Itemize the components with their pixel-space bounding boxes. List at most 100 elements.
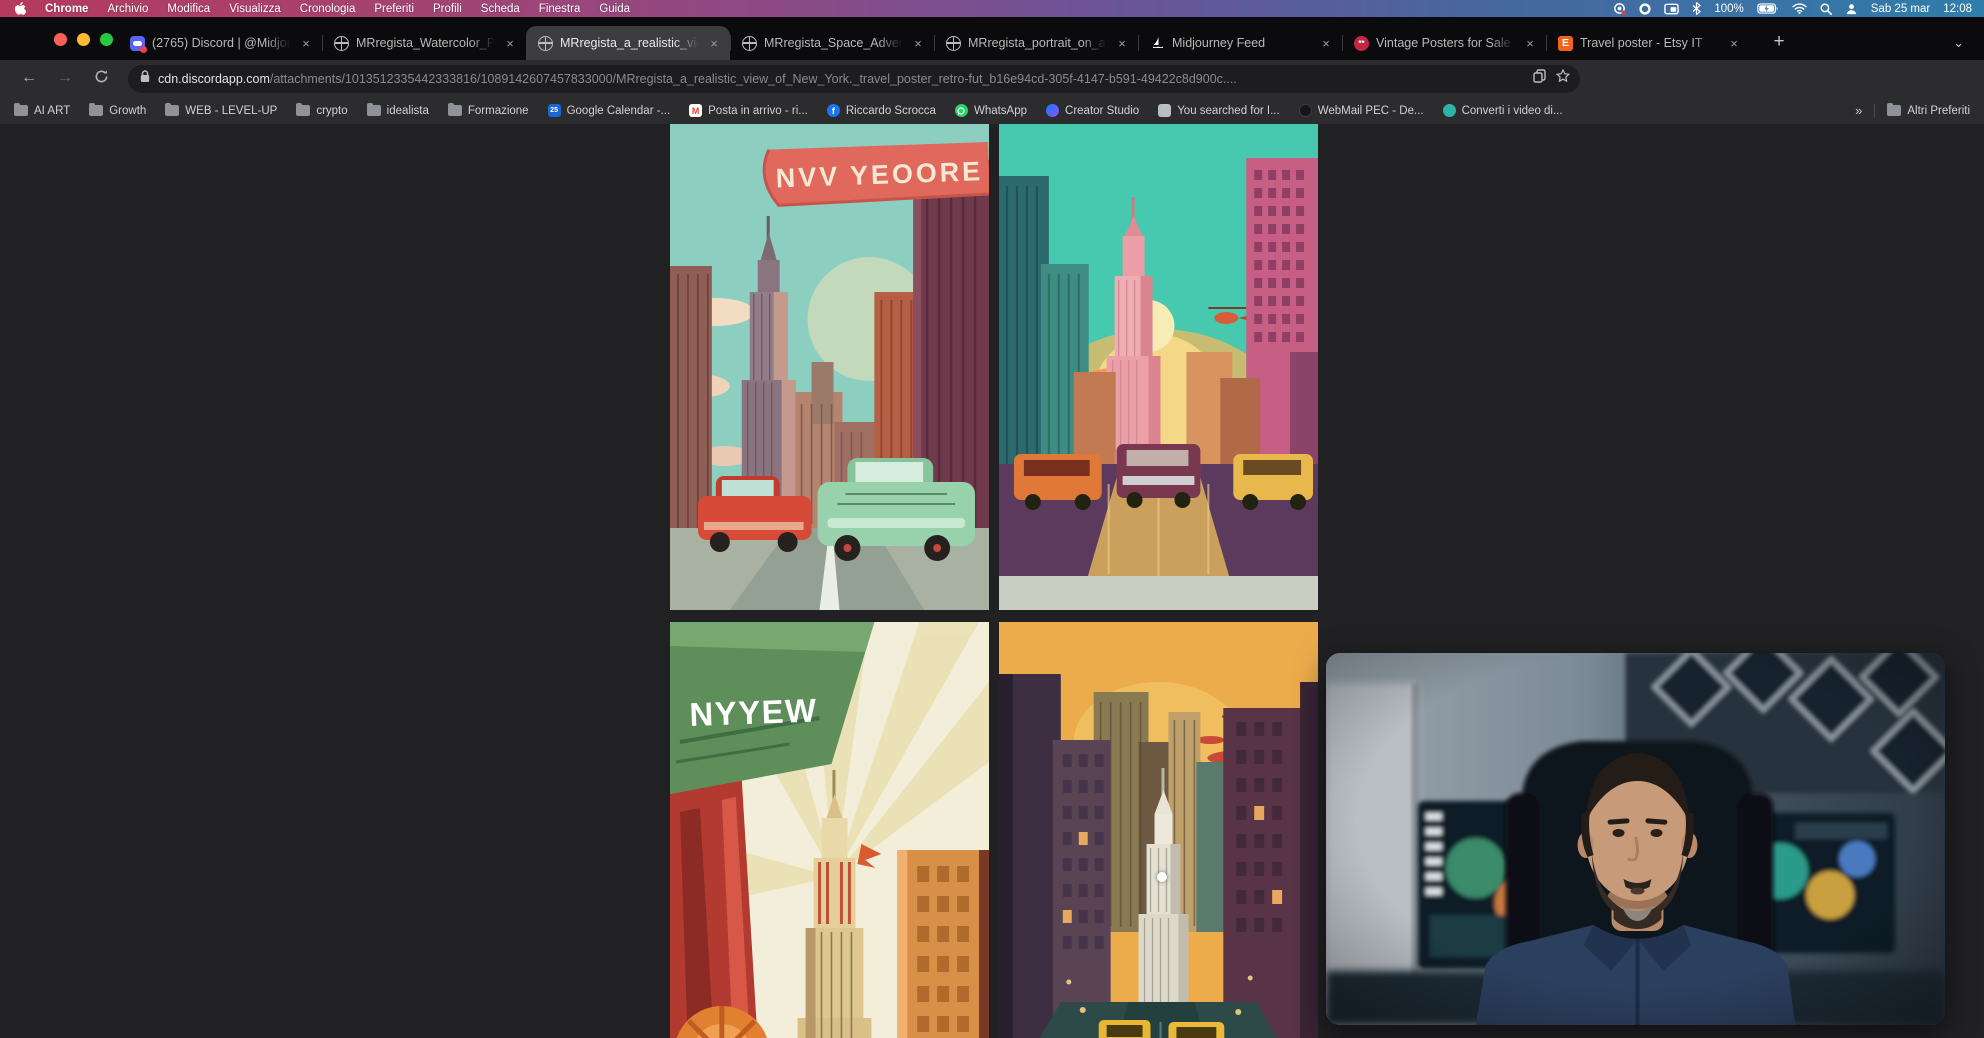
bookmark-google-calendar[interactable]: 25Google Calendar -... <box>548 104 671 117</box>
battery-percentage: 100% <box>1714 3 1743 15</box>
folder-icon <box>367 105 381 116</box>
close-tab-icon[interactable]: × <box>706 36 722 51</box>
menu-chrome[interactable]: Chrome <box>45 3 88 15</box>
bookmark-creator-studio[interactable]: Creator Studio <box>1046 104 1139 117</box>
bookmarks-overflow-chevrons[interactable]: » <box>1855 103 1862 118</box>
close-tab-icon[interactable]: × <box>1114 36 1130 51</box>
tab-space-adventure[interactable]: MRregista_Space_Advent × <box>730 26 934 60</box>
new-tab-button[interactable]: + <box>1766 31 1792 53</box>
close-tab-icon[interactable]: × <box>1726 36 1742 51</box>
folder-icon <box>448 105 462 116</box>
bookmark-label: idealista <box>387 105 429 117</box>
menu-scheda[interactable]: Scheda <box>481 3 520 15</box>
tab-search-chevron-icon[interactable]: ⌄ <box>1953 35 1964 51</box>
menu-archivio[interactable]: Archivio <box>107 3 148 15</box>
copy-link-icon[interactable] <box>1533 69 1546 88</box>
tab-midjourney-feed[interactable]: Midjourney Feed × <box>1138 26 1342 60</box>
tab-realistic-view-active[interactable]: MRregista_a_realistic_vie × <box>526 26 730 60</box>
bookmark-label: You searched for I... <box>1177 105 1280 117</box>
bluetooth-icon[interactable] <box>1692 2 1701 15</box>
menu-preferiti[interactable]: Preferiti <box>374 3 414 15</box>
bookmark-label: Riccardo Scrocca <box>846 105 936 117</box>
bookmark-label: Growth <box>109 105 146 117</box>
shield-status-icon[interactable] <box>1639 3 1651 15</box>
chrome-tab-bar: (2765) Discord | @Midjou × MRregista_Wat… <box>0 17 1984 60</box>
close-tab-icon[interactable]: × <box>298 36 314 51</box>
wifi-icon[interactable] <box>1792 3 1807 14</box>
bookmark-folder-crypto[interactable]: crypto <box>296 105 347 117</box>
close-tab-icon[interactable]: × <box>910 36 926 51</box>
bookmark-label: WEB - LEVEL-UP <box>185 105 277 117</box>
url-domain: cdn.discordapp.com <box>158 72 270 86</box>
menu-profili[interactable]: Profili <box>433 3 462 15</box>
bookmark-convert-video[interactable]: Converti i video di... <box>1443 104 1563 117</box>
fast-user-switch-icon[interactable] <box>1845 3 1858 15</box>
bookmark-you-searched[interactable]: You searched for I... <box>1158 104 1280 117</box>
menu-finestra[interactable]: Finestra <box>539 3 581 15</box>
reload-button[interactable] <box>86 69 116 89</box>
bookmark-gmail[interactable]: M Posta in arrivo - ri... <box>689 104 808 117</box>
lock-icon <box>140 70 150 88</box>
tab-label: MRregista_Watercolor_Pa <box>356 36 495 50</box>
tab-etsy[interactable]: E Travel poster - Etsy IT × <box>1546 26 1750 60</box>
close-tab-icon[interactable]: × <box>1318 36 1334 51</box>
bookmarks-bar: AI ART Growth WEB - LEVEL-UP crypto idea… <box>0 97 1984 124</box>
gmail-icon: M <box>689 104 702 117</box>
apple-logo-icon[interactable] <box>14 2 26 16</box>
tab-label: MRregista_Space_Advent <box>764 36 903 50</box>
tab-vintage-posters[interactable]: ** Vintage Posters for Sale | × <box>1342 26 1546 60</box>
bookmark-folder-web-level-up[interactable]: WEB - LEVEL-UP <box>165 105 277 117</box>
display-mirroring-icon[interactable] <box>1664 3 1679 15</box>
menu-visualizza[interactable]: Visualizza <box>229 3 281 15</box>
poster-top-right[interactable] <box>999 124 1318 610</box>
forward-button[interactable]: → <box>50 69 80 89</box>
close-tab-icon[interactable]: × <box>1522 36 1538 51</box>
globe-icon <box>334 36 349 51</box>
address-bar[interactable]: cdn.discordapp.com/attachments/101351233… <box>128 65 1580 93</box>
bookmark-label: Posta in arrivo - ri... <box>708 105 808 117</box>
bookmark-star-icon[interactable] <box>1556 69 1570 88</box>
globe-icon <box>742 36 757 51</box>
page-content: NVV YEOORE <box>0 124 1984 1038</box>
poster-top-left-nvv-yeoore[interactable]: NVV YEOORE <box>670 124 989 610</box>
close-window-button[interactable] <box>54 33 67 46</box>
screen-record-icon[interactable] <box>1613 2 1626 15</box>
url-text: cdn.discordapp.com/attachments/101351233… <box>158 72 1525 86</box>
whatsapp-icon <box>955 104 968 117</box>
bookmark-folder-idealista[interactable]: idealista <box>367 105 429 117</box>
tab-label: Midjourney Feed <box>1172 36 1311 50</box>
menu-guida[interactable]: Guida <box>599 3 630 15</box>
bookmark-webmail-pec[interactable]: WebMail PEC - De... <box>1299 104 1424 117</box>
tab-watercolor[interactable]: MRregista_Watercolor_Pa × <box>322 26 526 60</box>
bookmark-facebook[interactable]: fRiccardo Scrocca <box>827 104 936 117</box>
bookmark-other-favorites[interactable]: Altri Preferiti <box>1887 105 1970 117</box>
bookmark-folder-growth[interactable]: Growth <box>89 105 146 117</box>
menu-clock[interactable]: 12:08 <box>1943 3 1972 15</box>
bookmark-label: Creator Studio <box>1065 105 1139 117</box>
poster-bottom-right[interactable] <box>999 622 1318 1038</box>
menu-date[interactable]: Sab 25 mar <box>1871 3 1930 15</box>
folder-icon <box>1887 105 1901 116</box>
midjourney-sail-icon <box>1150 36 1165 51</box>
bookmark-whatsapp[interactable]: WhatsApp <box>955 104 1027 117</box>
converter-icon <box>1443 104 1456 117</box>
menu-cronologia[interactable]: Cronologia <box>300 3 356 15</box>
back-button[interactable]: ← <box>14 69 44 89</box>
tab-label: MRregista_a_realistic_vie <box>560 36 699 50</box>
tab-portrait[interactable]: MRregista_portrait_on_a × <box>934 26 1138 60</box>
bookmark-label: Converti i video di... <box>1462 105 1563 117</box>
meta-icon <box>1046 104 1059 117</box>
menu-modifica[interactable]: Modifica <box>167 3 210 15</box>
google-calendar-icon: 25 <box>548 104 561 117</box>
battery-charging-icon[interactable] <box>1757 3 1779 14</box>
poster-bottom-left-nyyew[interactable]: NYYEW <box>670 622 989 1038</box>
bookmark-folder-ai-art[interactable]: AI ART <box>14 105 70 117</box>
fullscreen-window-button[interactable] <box>100 33 113 46</box>
minimize-window-button[interactable] <box>77 33 90 46</box>
close-tab-icon[interactable]: × <box>502 36 518 51</box>
url-path: /attachments/1013512335442333816/1089142… <box>270 72 1237 86</box>
tab-discord[interactable]: (2765) Discord | @Midjou × <box>118 26 322 60</box>
bookmark-folder-formazione[interactable]: Formazione <box>448 105 529 117</box>
tab-label: Travel poster - Etsy IT <box>1580 36 1719 50</box>
spotlight-search-icon[interactable] <box>1820 3 1832 15</box>
